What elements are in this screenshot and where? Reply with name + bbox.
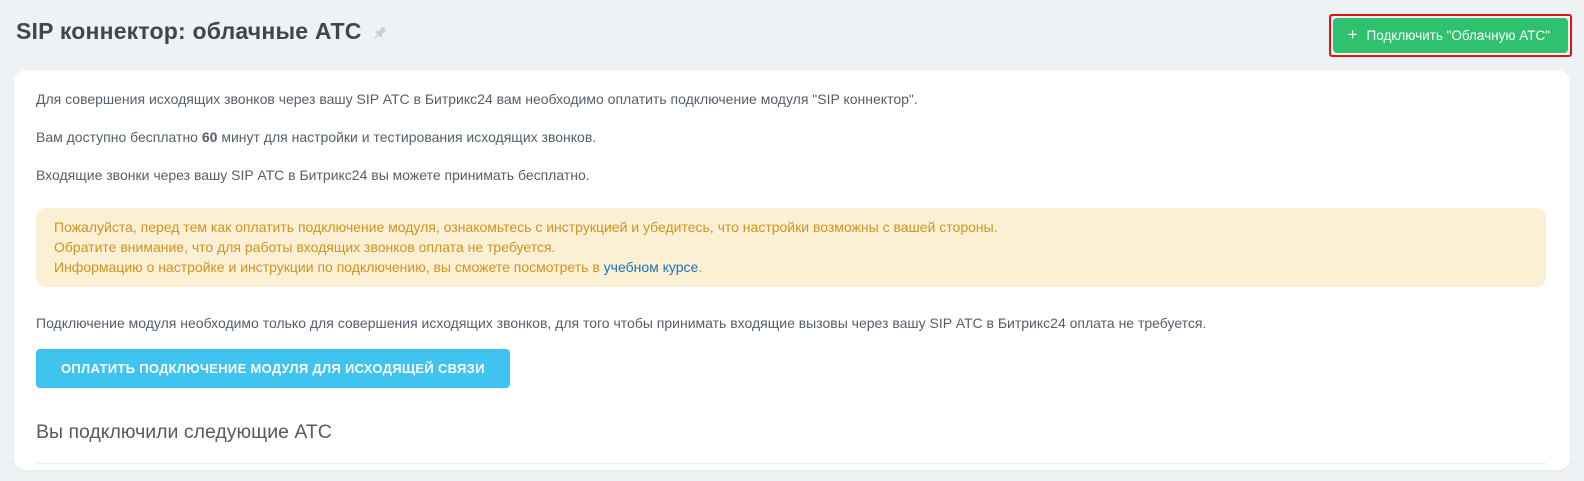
intro-p2-prefix: Вам доступно бесплатно (36, 129, 202, 145)
intro-paragraph-2: Вам доступно бесплатно 60 минут для наст… (36, 129, 1546, 146)
content-card: Для совершения исходящих звонков через в… (14, 70, 1570, 470)
page-header: SIP коннектор: облачные АТС + Подключить… (0, 0, 1584, 62)
intro-paragraph-3: Входящие звонки через вашу SIP АТС в Бит… (36, 167, 590, 183)
free-minutes-value: 60 (201, 129, 218, 145)
notice-line-3-text: Информацию о настройке и инструкции по п… (54, 259, 604, 275)
page-title: SIP коннектор: облачные АТС (16, 18, 362, 44)
connect-cloud-pbx-button[interactable]: + Подключить "Облачную АТС" (1332, 18, 1568, 53)
notice-line-2: Обратите внимание, что для работы входящ… (54, 239, 556, 255)
module-info-paragraph: Подключение модуля необходимо только для… (36, 315, 1207, 331)
notice-line-3-suffix: . (698, 259, 703, 275)
connect-button-highlight: + Подключить "Облачную АТС" (1328, 14, 1572, 57)
page-title-wrap: SIP коннектор: облачные АТС (16, 14, 388, 45)
warning-notice: Пожалуйста, перед тем как оплатить подкл… (36, 208, 1546, 287)
connected-pbx-heading: Вы подключили следующие АТС (36, 421, 332, 443)
notice-line-3: Информацию о настройке и инструкции по п… (54, 257, 1528, 277)
notice-line-1: Пожалуйста, перед тем как оплатить подкл… (54, 219, 998, 235)
intro-paragraph-1: Для совершения исходящих звонков через в… (36, 91, 918, 107)
plus-icon: + (1347, 25, 1358, 44)
intro-p2-suffix: минут для настройки и тестирования исход… (217, 129, 597, 145)
pin-icon[interactable] (372, 25, 388, 41)
connect-button-label: Подключить "Облачную АТС" (1366, 28, 1550, 43)
training-course-link[interactable]: учебном курсе (604, 259, 699, 275)
pay-module-button[interactable]: ОПЛАТИТЬ ПОДКЛЮЧЕНИЕ МОДУЛЯ ДЛЯ ИСХОДЯЩЕ… (36, 349, 510, 388)
divider (36, 463, 1546, 464)
